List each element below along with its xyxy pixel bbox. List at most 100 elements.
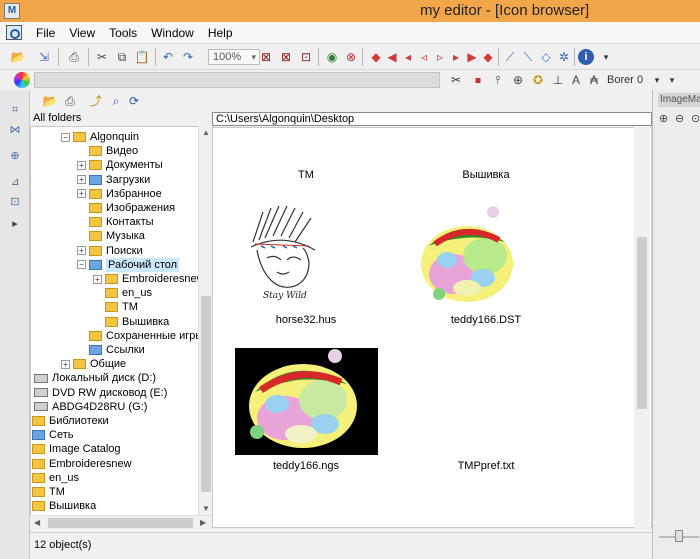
style-icon[interactable]: ₳ [586, 72, 602, 88]
tree-item[interactable]: DVD RW дисковод (E:) [34, 386, 167, 400]
path-field[interactable]: C:\Users\Algonquin\Desktop [212, 112, 652, 126]
jump-icon[interactable]: ⊥ [550, 72, 566, 88]
expand-icon[interactable]: + [77, 160, 86, 170]
chevron-down-icon[interactable]: ▾ [649, 72, 665, 88]
folder-up-icon[interactable]: ⤴ [88, 93, 104, 109]
tree-item[interactable]: Сеть [32, 428, 73, 442]
tree-horizontal-scrollbar[interactable]: ◀ ▶ [30, 515, 212, 529]
tree-item[interactable]: TM [93, 300, 138, 314]
info-icon[interactable]: i [578, 49, 594, 65]
last-stitch-icon[interactable]: ◆ [480, 49, 496, 65]
step-forward-icon[interactable]: ▹ [432, 49, 448, 65]
tree-item[interactable]: Embroideresnew [32, 457, 132, 471]
tree-item[interactable]: − Рабочий стол [77, 257, 180, 272]
scroll-thumb[interactable] [48, 518, 193, 528]
expand-icon[interactable]: + [77, 246, 86, 256]
expand-icon[interactable]: ▸ [7, 216, 23, 232]
expand-icon[interactable]: + [93, 274, 102, 284]
tree-item[interactable]: − Algonquin [61, 130, 139, 144]
expand-icon[interactable]: + [61, 359, 70, 369]
print-icon[interactable]: ⎙ [62, 93, 78, 109]
tree-item[interactable]: Ссылки [77, 343, 145, 357]
settings-icon[interactable]: ✲ [556, 49, 572, 65]
fit-page-icon[interactable]: ⊡ [298, 49, 314, 65]
menu-tools[interactable]: Tools [109, 26, 145, 40]
scroll-thumb[interactable] [201, 296, 211, 492]
embroidery-thumbnail[interactable] [413, 204, 521, 308]
file-label[interactable]: Вышивка [411, 169, 561, 181]
crop-icon[interactable]: ⊡ [7, 194, 23, 210]
document-icon[interactable] [6, 25, 22, 40]
icon-browser-view[interactable]: TM Вышивка Stay Wild horse32.hus teddy16… [212, 127, 652, 528]
tree-item[interactable]: + Embroideresnew [93, 272, 205, 286]
tree-vertical-scrollbar[interactable]: ▲ ▼ [198, 126, 212, 516]
chevron-down-icon[interactable]: ▾ [598, 49, 614, 65]
tree-item[interactable]: en_us [93, 286, 152, 300]
shape-icon[interactable]: ◇ [538, 49, 554, 65]
tree-item[interactable]: + Общие [61, 357, 126, 371]
import-icon[interactable]: ⇲ [36, 49, 52, 65]
paste-icon[interactable]: 📋 [134, 49, 150, 65]
diagonal-icon[interactable]: ⟍ [520, 49, 536, 65]
stop-icon[interactable]: ⏹ [470, 72, 486, 88]
tree-item[interactable]: TM [32, 485, 65, 499]
fit-width-icon[interactable]: ⊠ [278, 49, 294, 65]
file-label[interactable]: teddy166.ngs [231, 460, 381, 472]
tree-item[interactable]: Image Catalog [32, 442, 121, 456]
zoom-select[interactable]: 100% [208, 49, 260, 65]
redo-icon[interactable]: ↷ [180, 49, 196, 65]
tree-item[interactable]: + Поиски [77, 244, 143, 258]
curve-icon[interactable]: ⟋ [502, 49, 518, 65]
lasso-icon[interactable]: ⋈ [7, 122, 23, 138]
tree-item[interactable]: en_us [32, 471, 79, 485]
zoom-icon[interactable]: ⊕ [7, 148, 23, 164]
open-icon[interactable]: 📂 [10, 49, 26, 65]
collapse-icon[interactable]: − [77, 260, 86, 270]
collapse-icon[interactable]: − [61, 132, 70, 142]
embroidery-thumbnail[interactable] [235, 348, 378, 455]
embroidery-thumbnail[interactable]: Stay Wild [243, 202, 323, 302]
prev-stitch-icon[interactable]: ◂ [400, 49, 416, 65]
menu-view[interactable]: View [69, 26, 103, 40]
tree-item[interactable]: Вышивка [93, 315, 169, 329]
file-label[interactable]: teddy166.DST [411, 314, 561, 326]
color-wheel-icon[interactable] [14, 72, 30, 88]
step-back-icon[interactable]: ◃ [416, 49, 432, 65]
tree-item[interactable]: Видео [77, 144, 138, 158]
tree-item[interactable]: + Документы [77, 158, 163, 172]
print-icon[interactable]: ⎙ [66, 49, 82, 65]
scroll-thumb[interactable] [637, 237, 647, 409]
tree-item[interactable]: + Избранное [77, 187, 162, 201]
file-label[interactable]: TM [231, 169, 381, 181]
expand-icon[interactable]: + [77, 189, 86, 199]
zoom-slider-handle[interactable] [675, 530, 683, 542]
search-icon[interactable]: ⌕ [108, 93, 124, 109]
scissors-icon[interactable]: ✂ [448, 72, 464, 88]
expand-icon[interactable]: + [77, 175, 86, 185]
next-stitch-icon[interactable]: ▸ [448, 49, 464, 65]
menu-window[interactable]: Window [151, 26, 202, 40]
file-label[interactable]: horse32.hus [231, 314, 381, 326]
text-icon[interactable]: A [568, 72, 584, 88]
hide-icon[interactable]: ⊗ [343, 49, 359, 65]
measure-icon[interactable]: ⊿ [7, 174, 23, 190]
zoom-fit-icon[interactable]: ⊙ [691, 112, 700, 126]
tree-item[interactable]: Локальный диск (D:) [34, 371, 156, 385]
chevron-down-icon[interactable]: ▾ [664, 72, 680, 88]
tree-item[interactable]: Вышивка [32, 499, 96, 513]
undo-icon[interactable]: ↶ [160, 49, 176, 65]
tree-item[interactable]: Сохраненные игры [77, 329, 203, 343]
menu-help[interactable]: Help [208, 26, 241, 40]
folder-open-icon[interactable]: 📂 [42, 93, 58, 109]
file-label[interactable]: TMPpref.txt [411, 460, 561, 472]
first-stitch-icon[interactable]: ◆ [368, 49, 384, 65]
tree-item[interactable]: Контакты [77, 215, 154, 229]
eye-icon[interactable]: ◉ [324, 49, 340, 65]
tree-item[interactable]: + Загрузки [77, 173, 150, 187]
prev-color-icon[interactable]: ◀ [384, 49, 400, 65]
zoom-out-icon[interactable]: ⊖ [675, 112, 689, 126]
needle-icon[interactable]: ⫯ [490, 72, 506, 88]
badge-icon[interactable]: ✪ [530, 72, 546, 88]
app-icon[interactable]: M [4, 3, 20, 19]
refresh-icon[interactable]: ⟳ [126, 93, 142, 109]
